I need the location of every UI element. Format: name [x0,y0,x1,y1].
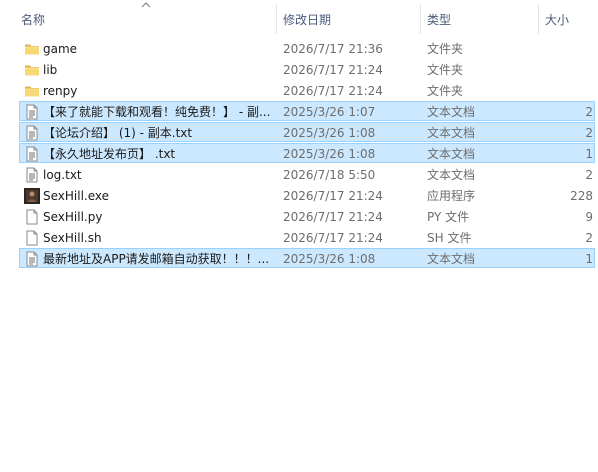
file-date-modified: 2025/3/26 1:08 [283,126,376,140]
text-file-icon [24,146,40,162]
column-divider[interactable] [420,4,421,34]
file-type: 文本文档 [427,168,476,182]
file-row[interactable]: game 2026/7/17 21:36 文件夹 [19,38,595,58]
column-header-type[interactable]: 类型 [427,11,451,28]
column-divider[interactable] [276,4,277,34]
text-file-icon [24,125,40,141]
file-size: 2 [585,105,593,119]
column-header-bar: 名称 修改日期 类型 大小 [0,0,598,34]
file-type: 应用程序 [427,189,476,203]
file-date-modified: 2025/3/26 1:07 [283,105,376,119]
file-date-modified: 2026/7/18 5:50 [283,168,376,182]
file-size: 2 [585,231,593,245]
file-date-modified: 2026/7/17 21:24 [283,63,383,77]
file-name: 【永久地址发布页】 .txt [43,147,176,161]
blank-file-icon [24,230,40,246]
file-name: SexHill.exe [43,189,110,203]
file-type: 文件夹 [427,84,464,98]
folder-icon [24,62,40,78]
file-type: 文本文档 [427,252,476,266]
column-divider[interactable] [538,4,539,34]
text-file-icon [24,251,40,267]
file-date-modified: 2026/7/17 21:24 [283,189,383,203]
file-date-modified: 2026/7/17 21:36 [283,42,383,56]
file-date-modified: 2026/7/17 21:24 [283,210,383,224]
file-row[interactable]: 【论坛介绍】 (1) - 副本.txt 2025/3/26 1:08 文本文档 2 [19,122,595,142]
file-name: 【论坛介绍】 (1) - 副本.txt [43,126,193,140]
folder-icon [24,83,40,99]
file-date-modified: 2026/7/17 21:24 [283,231,383,245]
file-row[interactable]: 【永久地址发布页】 .txt 2025/3/26 1:08 文本文档 1 [19,143,595,163]
file-name: 最新地址及APP请发邮箱自动获取！！！... [43,252,270,266]
file-name: log.txt [43,168,82,182]
file-name: lib [43,63,58,77]
file-type: PY 文件 [427,210,470,224]
file-row[interactable]: SexHill.exe 2026/7/17 21:24 应用程序 228 [19,185,595,205]
text-file-icon [24,167,40,183]
file-size: 228 [570,189,593,203]
file-name: SexHill.sh [43,231,102,245]
file-row[interactable]: 最新地址及APP请发邮箱自动获取！！！... 2025/3/26 1:08 文本文档… [19,248,595,268]
blank-file-icon [24,209,40,225]
file-name: renpy [43,84,78,98]
file-type: SH 文件 [427,231,472,245]
file-row[interactable]: SexHill.py 2026/7/17 21:24 PY 文件 9 [19,206,595,226]
file-date-modified: 2026/7/17 21:24 [283,84,383,98]
file-type: 文件夹 [427,63,464,77]
file-date-modified: 2025/3/26 1:08 [283,252,376,266]
file-type: 文本文档 [427,126,476,140]
file-row[interactable]: log.txt 2026/7/18 5:50 文本文档 2 [19,164,595,184]
file-date-modified: 2025/3/26 1:08 [283,147,376,161]
file-type: 文本文档 [427,147,476,161]
column-header-name[interactable]: 名称 [21,11,45,28]
application-icon [24,188,40,204]
file-size: 1 [585,147,593,161]
file-row[interactable]: SexHill.sh 2026/7/17 21:24 SH 文件 2 [19,227,595,247]
file-size: 2 [585,126,593,140]
column-header-date[interactable]: 修改日期 [283,11,331,28]
file-row[interactable]: lib 2026/7/17 21:24 文件夹 [19,59,595,79]
file-type: 文本文档 [427,105,476,119]
sort-ascending-icon[interactable] [141,1,151,8]
file-size: 1 [585,252,593,266]
folder-icon [24,41,40,57]
file-name: 【来了就能下载和观看！纯免费！】 - 副... [43,105,271,119]
file-row[interactable]: 【来了就能下载和观看！纯免费！】 - 副... 2025/3/26 1:07 文本文… [19,101,595,121]
file-row[interactable]: renpy 2026/7/17 21:24 文件夹 [19,80,595,100]
text-file-icon [24,104,40,120]
file-size: 2 [585,168,593,182]
file-size: 9 [585,210,593,224]
file-name: game [43,42,78,56]
file-type: 文件夹 [427,42,464,56]
file-name: SexHill.py [43,210,103,224]
column-header-size[interactable]: 大小 [545,11,569,28]
